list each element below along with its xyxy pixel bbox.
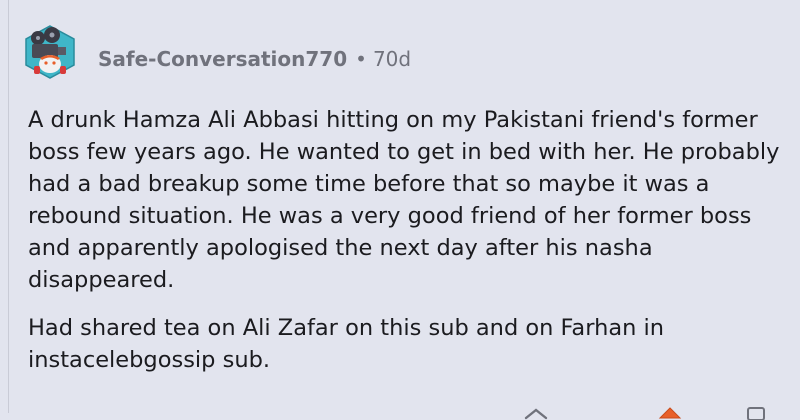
comment-meta: Safe-Conversation770 • 70d	[98, 44, 411, 74]
comment-body: A drunk Hamza Ali Abbasi hitting on my P…	[28, 104, 788, 392]
comment: Safe-Conversation770 • 70d A drunk Hamza…	[0, 0, 800, 420]
comment-paragraph: A drunk Hamza Ali Abbasi hitting on my P…	[28, 107, 780, 293]
more-options-icon[interactable]	[744, 400, 768, 420]
comment-paragraph: Had shared tea on Ali Zafar on this sub …	[28, 315, 665, 373]
separator-dot: •	[355, 47, 367, 71]
username[interactable]: Safe-Conversation770	[98, 47, 347, 71]
thread-line[interactable]	[8, 0, 9, 413]
reply-arrow-icon[interactable]	[522, 400, 550, 420]
upvote-icon[interactable]	[656, 400, 684, 420]
comment-age: 70d	[372, 47, 412, 71]
avatar-icon[interactable]	[22, 24, 78, 80]
